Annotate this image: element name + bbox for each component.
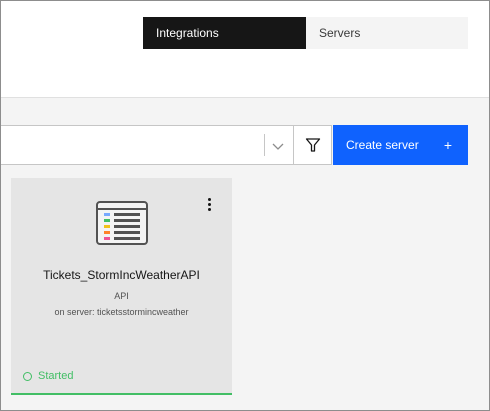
- card-title: Tickets_StormIncWeatherAPI: [43, 268, 200, 282]
- filter-icon: [305, 138, 320, 152]
- create-server-label: Create server: [346, 138, 419, 152]
- filter-button[interactable]: [294, 125, 332, 165]
- overflow-menu-icon[interactable]: [206, 198, 212, 212]
- integration-card[interactable]: Tickets_StormIncWeatherAPI API on server…: [11, 178, 232, 395]
- main-content: Create server + Tickets_StormIncWeatherA…: [1, 97, 489, 410]
- tab-servers[interactable]: Servers: [306, 17, 468, 49]
- api-icon: [96, 201, 148, 245]
- create-server-button[interactable]: Create server +: [333, 125, 468, 165]
- header: Integrations Servers: [1, 1, 489, 97]
- view-switcher: Integrations Servers: [143, 17, 468, 49]
- search-divider: [264, 134, 265, 156]
- card-server: on server: ticketsstormincweather: [54, 307, 189, 317]
- tab-integrations[interactable]: Integrations: [143, 17, 306, 49]
- status-badge: Started: [23, 370, 73, 382]
- status-started-icon: [23, 371, 32, 381]
- status-label: Started: [38, 370, 74, 382]
- chevron-down-icon[interactable]: [269, 137, 287, 155]
- app-window: Integrations Servers Create server + Tic…: [0, 0, 490, 411]
- add-icon: +: [443, 137, 452, 153]
- search-field[interactable]: [1, 125, 294, 165]
- card-type: API: [114, 291, 129, 301]
